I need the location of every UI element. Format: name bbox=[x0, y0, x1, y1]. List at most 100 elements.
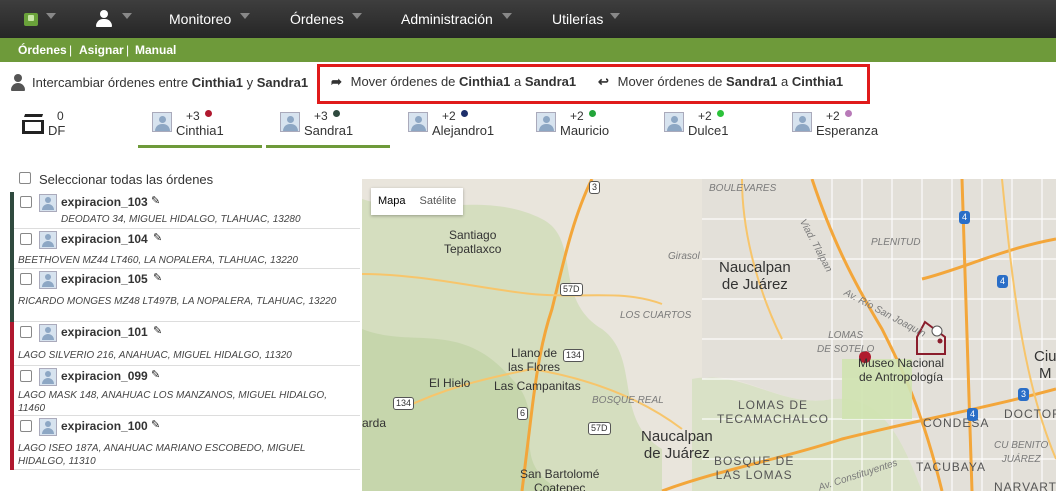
edit-icon[interactable]: ✎ bbox=[153, 324, 162, 337]
edit-icon[interactable]: ✎ bbox=[151, 418, 160, 431]
agent-count: +2 bbox=[442, 109, 456, 123]
agent-name: Alejandro1 bbox=[432, 123, 495, 138]
list-item[interactable]: expiracion_104 ✎ BEETHOVEN MZ44 LT460, L… bbox=[10, 229, 360, 269]
avatar-icon bbox=[792, 112, 812, 132]
map-label: PLENITUD bbox=[871, 237, 921, 248]
map-label: DOCTOR bbox=[1004, 407, 1056, 421]
avatar-icon bbox=[664, 112, 684, 132]
map-label: Las Campanitas bbox=[494, 379, 581, 393]
list-item[interactable]: expiracion_099 ✎ LAGO MASK 148, ANAHUAC … bbox=[10, 366, 360, 416]
map-label: Llano de las Flores bbox=[508, 346, 561, 374]
highway-shield: 134 bbox=[563, 349, 585, 362]
edit-icon[interactable]: ✎ bbox=[153, 231, 162, 244]
order-checkbox[interactable] bbox=[20, 196, 32, 208]
order-checkbox[interactable] bbox=[20, 420, 32, 432]
map-label: LOMAS DE TECAMACHALCO bbox=[717, 398, 830, 426]
agent-count: +2 bbox=[698, 109, 712, 123]
menu-ordenes[interactable]: Órdenes bbox=[290, 11, 344, 27]
order-address: RICARDO MONGES MZ48 LT497B, LA NOPALERA,… bbox=[18, 296, 337, 307]
exchange-label: Intercambiar órdenes entre Cinthia1 y Sa… bbox=[32, 75, 309, 90]
subnav-manual[interactable]: Manual bbox=[135, 43, 176, 57]
agent-color-dot bbox=[333, 110, 340, 117]
agent-tab-sandra1[interactable]: +3 Sandra1 bbox=[266, 108, 392, 148]
map-label: San Bartolomé Coatepec bbox=[520, 467, 600, 491]
avatar-icon bbox=[39, 324, 57, 342]
chevron-down-icon[interactable] bbox=[46, 13, 56, 19]
agent-name: Esperanza bbox=[816, 123, 879, 138]
agent-name: Mauricio bbox=[560, 123, 610, 138]
avatar-icon bbox=[39, 271, 57, 289]
menu-utilerias[interactable]: Utilerías bbox=[552, 11, 603, 27]
list-item[interactable]: expiracion_105 ✎ RICARDO MONGES MZ48 LT4… bbox=[10, 269, 360, 322]
menu-administracion[interactable]: Administración bbox=[401, 11, 493, 27]
agent-tab-mauricio[interactable]: +2 Mauricio bbox=[536, 108, 648, 148]
map-label: NARVARTE bbox=[994, 480, 1056, 491]
map-view[interactable]: Mapa Satélite Santiago Tepatlaxco Naucalpa… bbox=[362, 179, 1056, 491]
edit-icon[interactable]: ✎ bbox=[153, 271, 162, 284]
chevron-down-icon[interactable] bbox=[610, 13, 620, 19]
subnav-ordenes[interactable]: Órdenes bbox=[18, 43, 67, 57]
order-address: LAGO SILVERIO 216, ANAHUAC, MIGUEL HIDAL… bbox=[18, 350, 292, 361]
move-cinthia-to-sandra-button[interactable]: ➦ Mover órdenes de Cinthia1 a Sandra1 bbox=[331, 74, 576, 90]
order-address: LAGO ISEO 187A, ANAHUAC MARIANO ESCOBEDO… bbox=[18, 443, 306, 467]
highway-shield: 3 bbox=[1018, 388, 1030, 401]
order-name: expiracion_104 bbox=[61, 232, 148, 246]
avatar-icon bbox=[408, 112, 428, 132]
agent-name: Dulce1 bbox=[688, 123, 729, 138]
chevron-down-icon[interactable] bbox=[502, 13, 512, 19]
order-address: BEETHOVEN MZ44 LT460, LA NOPALERA, TLAHU… bbox=[18, 255, 298, 266]
highway-shield: 4 bbox=[967, 408, 979, 421]
highway-shield: 4 bbox=[997, 275, 1009, 288]
order-address: DEODATO 34, MIGUEL HIDALGO, TLAHUAC, 132… bbox=[61, 214, 301, 225]
user-icon[interactable] bbox=[96, 10, 112, 28]
agent-tab-cinthia1[interactable]: +3 Cinthia1 bbox=[138, 108, 264, 148]
chevron-down-icon[interactable] bbox=[122, 13, 132, 19]
tab-map[interactable]: Mapa bbox=[371, 188, 413, 214]
map-label: LOS CUARTOS bbox=[620, 310, 692, 321]
map-label: arda bbox=[362, 416, 387, 430]
edit-icon[interactable]: ✎ bbox=[151, 368, 160, 381]
chevron-down-icon[interactable] bbox=[240, 13, 250, 19]
agent-tab-df[interactable]: 0 DF bbox=[22, 108, 102, 148]
agent-tab-alejandro1[interactable]: +2 Alejandro1 bbox=[408, 108, 520, 148]
subnav-asignar[interactable]: Asignar bbox=[79, 43, 124, 57]
app-logo-icon[interactable] bbox=[24, 13, 38, 26]
order-checkbox[interactable] bbox=[20, 233, 32, 245]
avatar-icon bbox=[39, 231, 57, 249]
order-color-bar bbox=[10, 192, 14, 229]
map-label: Girasol bbox=[668, 251, 700, 262]
map-label: BOULEVARES bbox=[709, 183, 777, 194]
users-swap-icon bbox=[11, 74, 27, 92]
order-color-bar bbox=[10, 416, 14, 470]
list-item[interactable]: expiracion_101 ✎ LAGO SILVERIO 216, ANAH… bbox=[10, 322, 360, 366]
select-all-checkbox[interactable] bbox=[19, 172, 31, 184]
highway-shield: 3 bbox=[589, 181, 601, 194]
move-sandra-to-cinthia-button[interactable]: ↩ Mover órdenes de Sandra1 a Cinthia1 bbox=[598, 74, 843, 90]
highway-shield: 134 bbox=[393, 397, 415, 410]
highway-shield: 57D bbox=[560, 283, 583, 296]
avatar-icon bbox=[39, 194, 57, 212]
agent-tab-esperanza[interactable]: +2 Esperanza bbox=[792, 108, 904, 148]
agent-tab-underline bbox=[138, 145, 262, 148]
agent-count: 0 bbox=[57, 109, 64, 123]
avatar-icon bbox=[39, 368, 57, 386]
order-checkbox[interactable] bbox=[20, 370, 32, 382]
chevron-down-icon[interactable] bbox=[352, 13, 362, 19]
agent-name: Cinthia1 bbox=[176, 123, 224, 138]
list-item[interactable]: expiracion_103 ✎ DEODATO 34, MIGUEL HIDA… bbox=[10, 192, 360, 229]
agents-row: 0 DF +3 Cinthia1 +3 Sandra1 +2 Alejandro… bbox=[0, 108, 1056, 150]
agent-tab-dulce1[interactable]: +2 Dulce1 bbox=[664, 108, 776, 148]
agent-count: +3 bbox=[186, 109, 200, 123]
order-address: LAGO MASK 148, ANAHUAC LOS MANZANOS, MIG… bbox=[18, 390, 327, 414]
menu-monitoreo[interactable]: Monitoreo bbox=[169, 11, 231, 27]
edit-icon[interactable]: ✎ bbox=[151, 194, 160, 207]
exchange-row: Intercambiar órdenes entre Cinthia1 y Sa… bbox=[0, 62, 1056, 108]
order-checkbox[interactable] bbox=[20, 273, 32, 285]
map-label: CONDESA bbox=[923, 416, 990, 430]
order-color-bar bbox=[10, 366, 14, 416]
agent-count: +3 bbox=[314, 109, 328, 123]
order-checkbox[interactable] bbox=[20, 326, 32, 338]
map-label: BOSQUE REAL bbox=[592, 395, 664, 406]
list-item[interactable]: expiracion_100 ✎ LAGO ISEO 187A, ANAHUAC… bbox=[10, 416, 360, 470]
tab-satellite[interactable]: Satélite bbox=[413, 188, 464, 214]
